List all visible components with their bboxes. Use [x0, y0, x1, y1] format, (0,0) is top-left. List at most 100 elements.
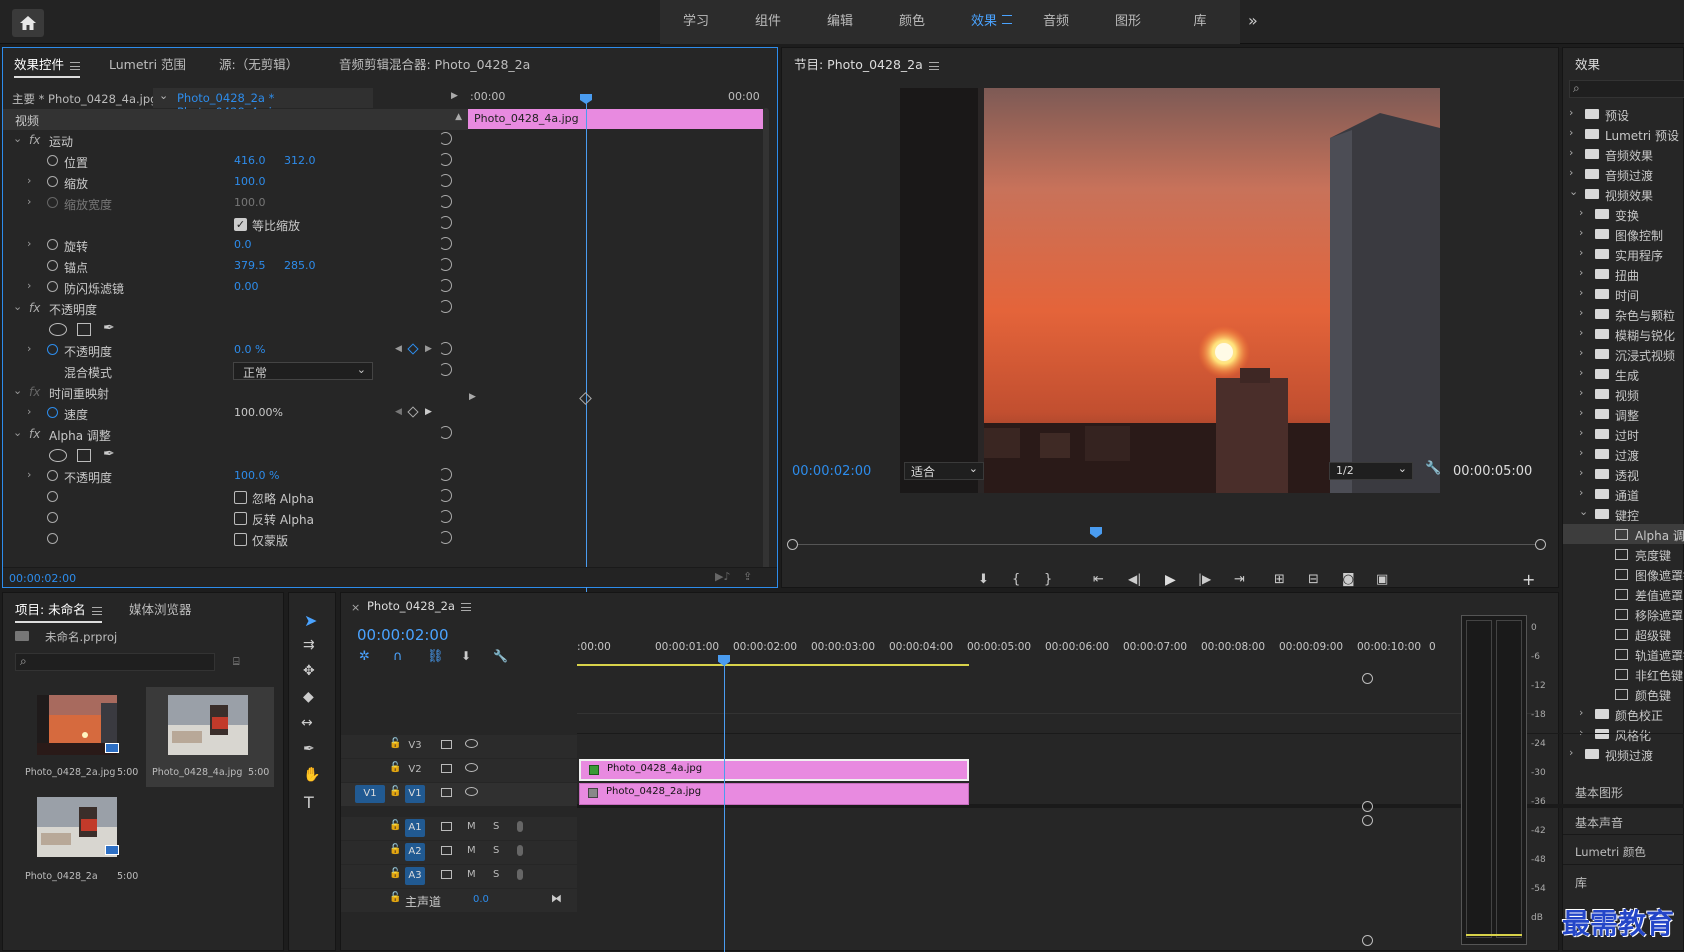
- anchor-y[interactable]: 285.0: [284, 259, 316, 272]
- reset-icon[interactable]: [439, 489, 452, 502]
- add-button-icon[interactable]: +: [1522, 570, 1535, 589]
- stopwatch-icon[interactable]: [47, 491, 58, 502]
- track-header-v2[interactable]: 🔓 V2: [341, 759, 577, 782]
- anti-flicker-value[interactable]: 0.00: [234, 280, 259, 293]
- anchor-x[interactable]: 379.5: [234, 259, 266, 272]
- track-header-a1[interactable]: 🔓 A1 M S: [341, 817, 577, 840]
- effects-tree-item[interactable]: 超级键: [1563, 624, 1683, 644]
- ws-audio[interactable]: 音频: [1020, 0, 1092, 44]
- scroll-handle[interactable]: [1362, 935, 1373, 946]
- chevron-right-icon[interactable]: ›: [27, 342, 31, 355]
- resolution-select[interactable]: 1/2 ⌄: [1329, 462, 1413, 480]
- ec-timecode[interactable]: 00:00:02:00: [9, 572, 76, 585]
- reset-icon[interactable]: [439, 132, 452, 145]
- eye-icon[interactable]: [465, 787, 478, 796]
- sync-lock-icon[interactable]: [441, 764, 452, 773]
- effects-tree-item[interactable]: › 扭曲: [1563, 264, 1683, 284]
- track-target-v3[interactable]: V3: [405, 737, 425, 755]
- effects-tree-item[interactable]: ›风格化: [1563, 724, 1683, 744]
- chevron-right-icon[interactable]: ›: [1579, 206, 1583, 219]
- go-to-edit-point-icon[interactable]: ⧓: [551, 892, 562, 905]
- chevron-down-icon[interactable]: ⌄: [13, 426, 22, 439]
- timeline-vertical-scroll[interactable]: [1362, 673, 1373, 946]
- scrub-end-handle[interactable]: [1535, 539, 1546, 550]
- stopwatch-icon[interactable]: [47, 407, 58, 418]
- essential-sound-tab[interactable]: 基本声音: [1575, 814, 1623, 831]
- mark-in-icon[interactable]: {: [1012, 572, 1020, 587]
- ec-vertical-scrollbar[interactable]: [763, 108, 769, 578]
- track-header-a2[interactable]: 🔓 A2 M S: [341, 841, 577, 864]
- effects-tree-item[interactable]: › 过渡: [1563, 444, 1683, 464]
- chevron-right-icon[interactable]: ›: [27, 279, 31, 292]
- tab-audio-clip-mixer[interactable]: 音频剪辑混合器: Photo_0428_2a: [339, 54, 530, 73]
- chevron-right-icon[interactable]: ›: [1579, 706, 1583, 719]
- eye-icon[interactable]: [465, 739, 478, 748]
- stopwatch-icon[interactable]: [47, 155, 58, 166]
- ws-graphics[interactable]: 图形: [1092, 0, 1164, 44]
- effects-tree-item[interactable]: 轨道遮罩键: [1563, 644, 1684, 664]
- ws-libraries[interactable]: 库: [1164, 0, 1236, 44]
- extract-icon[interactable]: ⊟: [1308, 572, 1319, 587]
- lock-icon[interactable]: 🔓: [389, 762, 401, 773]
- wrench-icon[interactable]: 🔧: [1425, 461, 1441, 476]
- effects-search-input[interactable]: ⌕: [1569, 80, 1684, 98]
- stopwatch-icon[interactable]: [47, 512, 58, 523]
- reset-icon[interactable]: [439, 510, 452, 523]
- step-forward-icon[interactable]: |▶: [1198, 572, 1211, 586]
- rectangle-mask-icon[interactable]: [77, 323, 91, 336]
- chevron-right-icon[interactable]: ›: [27, 237, 31, 250]
- go-to-out-icon[interactable]: ⇥: [1234, 572, 1245, 587]
- ec-clip-bar[interactable]: Photo_0428_4a.jpg: [468, 109, 763, 129]
- lumetri-color-tab[interactable]: Lumetri 颜色: [1575, 844, 1646, 860]
- chevron-right-icon[interactable]: ›: [1579, 246, 1583, 259]
- reset-icon[interactable]: [439, 363, 452, 376]
- chevron-right-icon[interactable]: ›: [1579, 466, 1583, 479]
- ws-color[interactable]: 颜色: [876, 0, 948, 44]
- track-target-v2[interactable]: V2: [405, 761, 425, 779]
- program-scrubber[interactable]: [792, 544, 1542, 545]
- program-title[interactable]: 节目: Photo_0428_2a: [794, 54, 939, 73]
- marker-icon[interactable]: ⬇: [978, 572, 989, 587]
- home-button[interactable]: [12, 9, 44, 37]
- chevron-right-icon[interactable]: ›: [1579, 426, 1583, 439]
- effects-tree-item[interactable]: › 调整: [1563, 404, 1683, 424]
- source-patch-v1[interactable]: V1: [355, 785, 385, 803]
- effects-tree-item[interactable]: › 预设: [1563, 104, 1683, 124]
- overflow-chevron-icon[interactable]: »: [1248, 11, 1258, 30]
- chevron-right-icon[interactable]: ›: [1579, 406, 1583, 419]
- scale-value[interactable]: 100.0: [234, 175, 266, 188]
- effects-tree-item[interactable]: › 模糊与锐化: [1563, 324, 1683, 344]
- eye-icon[interactable]: [465, 763, 478, 772]
- effects-tree-item[interactable]: › 沉浸式视频: [1563, 344, 1683, 364]
- ws-learn[interactable]: 学习: [660, 0, 732, 44]
- keyframe-icon[interactable]: [579, 392, 592, 405]
- tab-effect-controls[interactable]: 效果控件: [14, 54, 81, 78]
- chevron-right-icon[interactable]: ›: [1579, 366, 1583, 379]
- lock-icon[interactable]: 🔓: [389, 820, 401, 831]
- step-back-icon[interactable]: ◀|: [1128, 572, 1141, 586]
- rotation-value[interactable]: 0.0: [234, 238, 252, 251]
- track-target-a1[interactable]: A1: [405, 819, 425, 837]
- fit-select[interactable]: 适合 ⌄: [904, 462, 984, 480]
- hand-tool-icon[interactable]: ✋: [303, 767, 320, 783]
- chevron-right-icon[interactable]: ›: [27, 174, 31, 187]
- position-x[interactable]: 416.0: [234, 154, 266, 167]
- libraries-tab[interactable]: 库: [1575, 874, 1587, 891]
- reset-icon[interactable]: [439, 468, 452, 481]
- chevron-right-icon[interactable]: ›: [1579, 446, 1583, 459]
- lock-icon[interactable]: 🔓: [389, 868, 401, 879]
- effects-tree-item[interactable]: 非红色键: [1563, 664, 1683, 684]
- project-item[interactable]: Photo_0428_2a.jpg 5:00: [15, 687, 143, 787]
- chevron-down-icon[interactable]: ⌄: [13, 300, 22, 313]
- slip-tool-icon[interactable]: ↔: [301, 715, 313, 731]
- fx-icon[interactable]: fx: [29, 133, 40, 147]
- track-header-v3[interactable]: 🔓 V3: [341, 735, 577, 758]
- master-volume-value[interactable]: 0.0: [473, 894, 489, 905]
- effects-panel-title[interactable]: 效果: [1575, 54, 1600, 73]
- effects-tree-item[interactable]: 亮度键: [1563, 544, 1683, 564]
- effects-tree-item[interactable]: › 实用程序: [1563, 244, 1683, 264]
- add-keyframe-icon[interactable]: [407, 343, 419, 355]
- chevron-right-icon[interactable]: ›: [1579, 326, 1583, 339]
- opacity-value[interactable]: 0.0 %: [234, 343, 265, 356]
- chevron-right-icon[interactable]: ›: [1569, 126, 1573, 139]
